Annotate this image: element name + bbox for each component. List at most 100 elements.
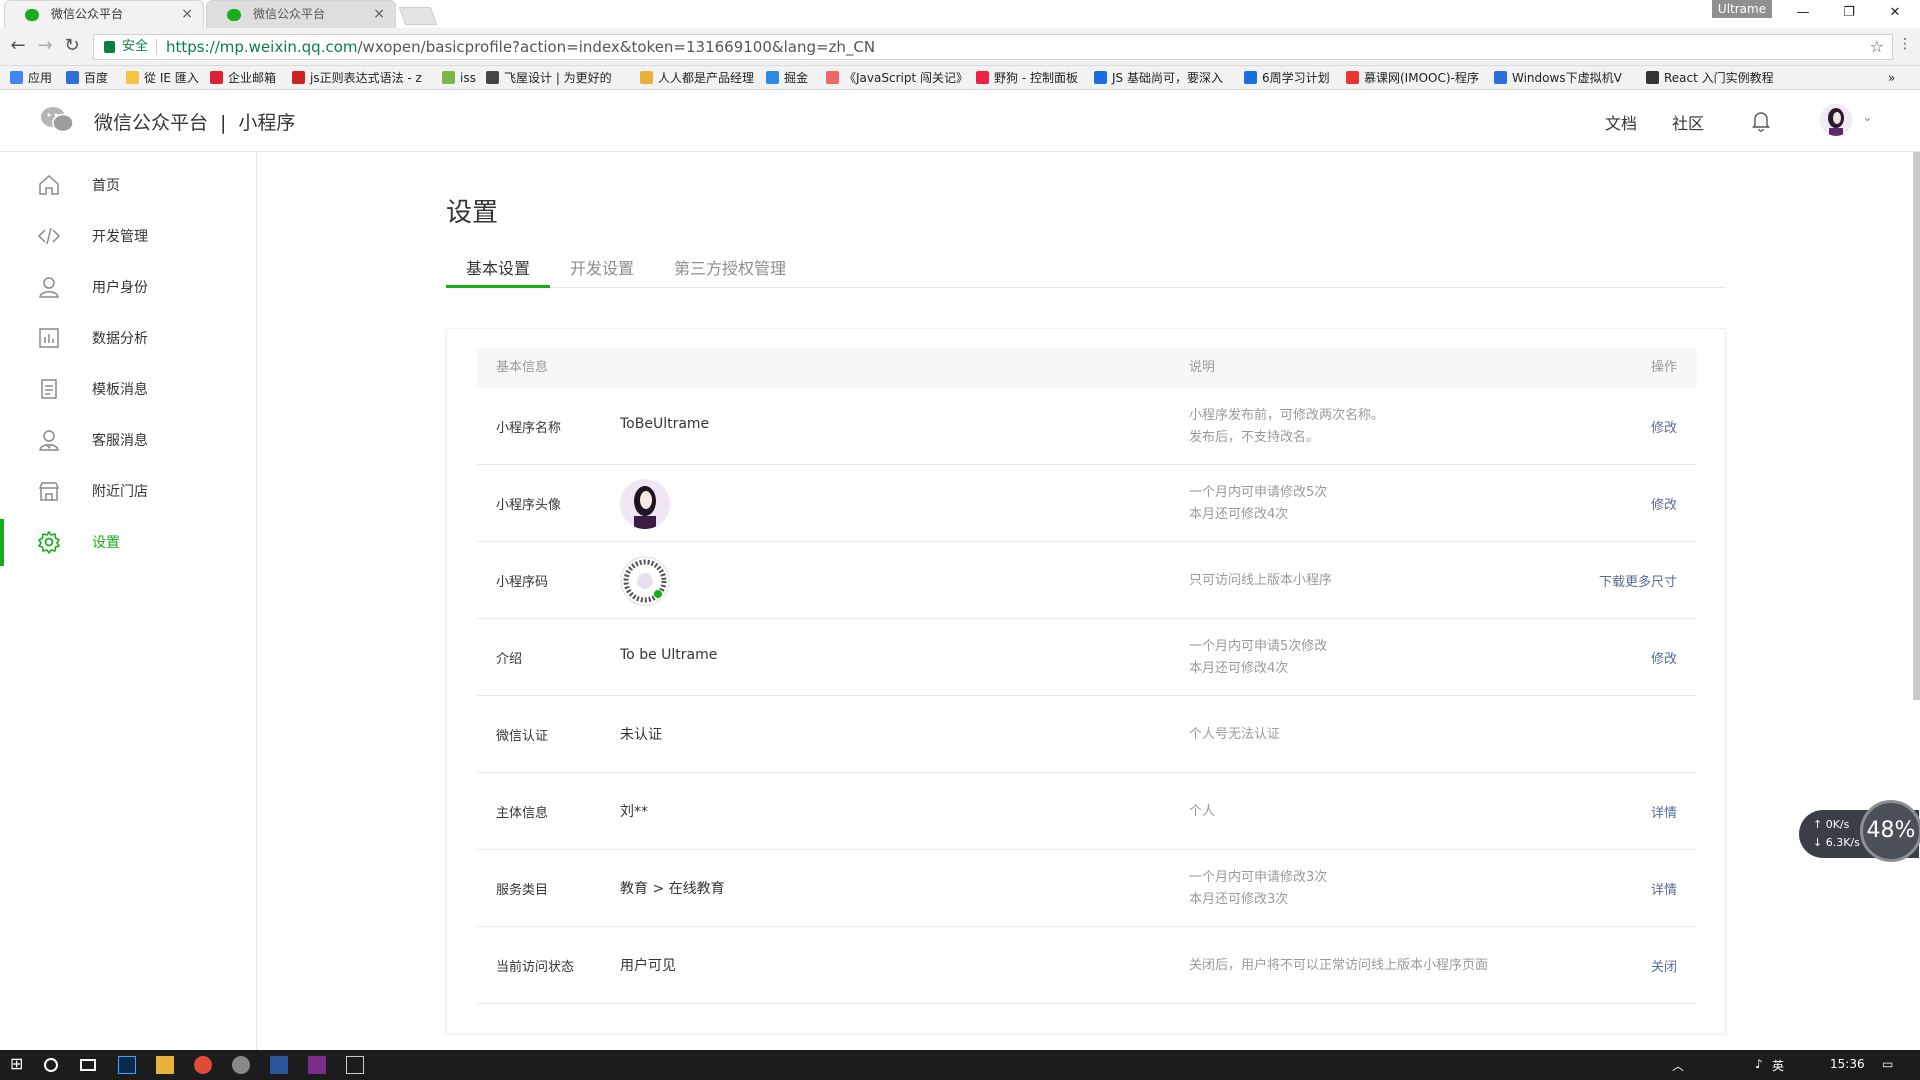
bell-icon[interactable]	[1751, 110, 1771, 132]
secure-label: 安全	[122, 39, 149, 54]
basic-info-card: 基本信息 说明 操作 小程序名称 ToBeUltrame 小程序发布前，可修改两次名…	[446, 328, 1726, 1034]
bookmark-item[interactable]: 野狗 - 控制面板	[976, 66, 1078, 89]
download-speed: ↓ 6.3K/s	[1813, 836, 1860, 849]
bookmark-item[interactable]: 《JavaScript 闯关记》	[826, 66, 968, 89]
sidebar-item-template[interactable]: 模板消息	[0, 364, 256, 415]
url-input[interactable]: 安全 https://mp.weixin.qq.com/wxopen/basic…	[93, 34, 1893, 60]
code-icon	[37, 227, 61, 245]
row-category: 服务类目 教育 > 在线教育 一个月内可申请修改3次 本月还可修改3次 详情	[477, 850, 1697, 927]
page-header: 微信公众平台 | 小程序 文档 社区 ⌄	[0, 90, 1920, 152]
row-verify: 微信认证 未认证 个人号无法认证	[477, 696, 1697, 773]
sidebar-item-service[interactable]: 客服消息	[0, 415, 256, 466]
column-header-op: 操作	[1650, 360, 1677, 375]
chrome-menu-icon[interactable]: ⋮	[1898, 36, 1912, 52]
row-label: 主体信息	[496, 806, 549, 821]
bookmarks-bar: 应用 百度從 IE 匯入 企业邮箱 js正则表达式语法 - z iss 飞屋设计 | 为更…	[0, 66, 1920, 90]
bookmark-favicon-icon	[1346, 71, 1359, 84]
row-label: 当前访问状态	[496, 960, 575, 975]
app-icon[interactable]	[232, 1056, 250, 1074]
row-description: 关闭后，用户将不可以正常访问线上版本小程序页面	[1189, 958, 1489, 973]
clock[interactable]: 15:36	[1830, 1057, 1865, 1071]
file-explorer-icon[interactable]	[156, 1056, 174, 1074]
bookmarks-more-icon[interactable]: »	[1888, 66, 1895, 89]
row-action-link[interactable]: 关闭	[1651, 956, 1677, 975]
bookmark-item[interactable]: iss	[442, 66, 476, 89]
close-window-icon[interactable]: ✕	[1872, 2, 1918, 24]
qr-code-image	[620, 556, 670, 606]
bookmark-favicon-icon	[442, 71, 455, 84]
community-link[interactable]: 社区	[1672, 110, 1704, 134]
avatar[interactable]	[1820, 104, 1852, 136]
bookmark-item[interactable]: 從 IE 匯入	[126, 66, 199, 89]
bookmark-item[interactable]: Windows下虚拟机V	[1494, 66, 1622, 89]
bookmark-star-icon[interactable]: ☆	[1870, 35, 1884, 59]
sidebar-item-user[interactable]: 用户身份	[0, 262, 256, 313]
sidebar-item-dev[interactable]: 开发管理	[0, 211, 256, 262]
sidebar-item-store[interactable]: 附近门店	[0, 466, 256, 517]
notification-icon[interactable]: ▭	[1882, 1057, 1893, 1071]
tray-arrow-icon[interactable]: ︿	[1672, 1057, 1684, 1074]
close-tab-icon[interactable]: ×	[181, 1, 193, 28]
usage-percent[interactable]: 48%	[1860, 800, 1920, 862]
row-action-link[interactable]: 修改	[1651, 648, 1677, 667]
chevron-down-icon[interactable]: ⌄	[1862, 110, 1873, 125]
volume-icon[interactable]: ♪	[1755, 1057, 1763, 1071]
browser-tab-active[interactable]: 微信公众平台 ×	[4, 0, 204, 28]
word-icon[interactable]	[270, 1056, 288, 1074]
search-icon[interactable]	[44, 1058, 58, 1072]
bookmark-item[interactable]: JS 基础尚可，要深入	[1094, 66, 1223, 89]
bookmark-item[interactable]: 百度	[66, 66, 108, 89]
browser-tab[interactable]: 微信公众平台 ×	[206, 0, 396, 28]
sidebar-item-analytics[interactable]: 数据分析	[0, 313, 256, 364]
tab-basic-settings[interactable]: 基本设置	[446, 255, 551, 288]
row-action-link[interactable]: 修改	[1651, 417, 1677, 436]
task-view-icon[interactable]	[80, 1059, 96, 1071]
sidebar-item-settings[interactable]: 设置	[0, 517, 256, 568]
bookmark-favicon-icon	[1646, 71, 1659, 84]
row-action-link[interactable]: 详情	[1651, 879, 1677, 898]
bookmark-item[interactable]: 企业邮箱	[210, 66, 276, 89]
row-qrcode: 小程序码 只可访问线上版本小程序 下载更多尺寸	[477, 542, 1697, 619]
bookmark-item[interactable]: js正则表达式语法 - z	[292, 66, 422, 89]
docs-link[interactable]: 文档	[1605, 110, 1637, 134]
row-status: 当前访问状态 用户可见 关闭后，用户将不可以正常访问线上版本小程序页面 关闭	[477, 927, 1697, 1004]
bookmark-item[interactable]: 飞屋设计 | 为更好的	[486, 66, 612, 89]
sidebar: 首页 开发管理 用户身份 数据分析 模板消息 客服消息 附近门店 设置	[0, 152, 257, 1050]
row-label: 介绍	[496, 652, 523, 667]
row-label: 小程序头像	[496, 498, 562, 513]
column-header-info: 基本信息	[496, 360, 549, 375]
tab-third-party-auth[interactable]: 第三方授权管理	[674, 255, 786, 288]
bookmark-item[interactable]: React 入门实例教程	[1646, 66, 1774, 89]
back-icon[interactable]: ←	[6, 35, 30, 56]
brand-title[interactable]: 微信公众平台 | 小程序	[94, 108, 295, 135]
new-tab-button[interactable]	[398, 7, 438, 25]
photoshop-icon[interactable]	[118, 1056, 136, 1074]
chrome-icon[interactable]	[194, 1056, 212, 1074]
row-action-link[interactable]: 修改	[1651, 494, 1677, 513]
window-icon[interactable]	[346, 1056, 364, 1074]
bookmark-favicon-icon	[10, 71, 23, 84]
row-action-link[interactable]: 下载更多尺寸	[1599, 571, 1677, 590]
bookmark-favicon-icon	[766, 71, 779, 84]
forward-icon[interactable]: →	[33, 35, 57, 56]
windows-start-icon[interactable]: ⊞	[10, 1054, 28, 1073]
wechat-logo-icon[interactable]	[40, 106, 74, 134]
row-action-link[interactable]: 详情	[1651, 802, 1677, 821]
bookmark-item[interactable]: 应用	[10, 66, 52, 89]
scrollbar[interactable]	[1913, 152, 1920, 700]
restore-icon[interactable]: ❐	[1826, 2, 1872, 24]
ime-indicator[interactable]: 英	[1772, 1057, 1784, 1074]
tab-dev-settings[interactable]: 开发设置	[570, 255, 634, 288]
close-tab-icon[interactable]: ×	[373, 1, 385, 28]
axure-icon[interactable]	[308, 1056, 326, 1074]
bookmark-item[interactable]: 掘金	[766, 66, 808, 89]
sidebar-item-home[interactable]: 首页	[0, 160, 256, 211]
bookmark-item[interactable]: 6周学习计划	[1244, 66, 1330, 89]
bookmark-item[interactable]: 慕课网(IMOOC)-程序	[1346, 66, 1479, 89]
row-description: 个人号无法认证	[1189, 727, 1281, 742]
browser-tab-bar: 微信公众平台 × 微信公众平台 × Ultrame — ❐ ✕	[0, 0, 1920, 28]
minimize-icon[interactable]: —	[1780, 2, 1826, 24]
reload-icon[interactable]: ↻	[60, 35, 84, 56]
mini-program-avatar	[620, 479, 670, 529]
bookmark-item[interactable]: 人人都是产品经理	[640, 66, 754, 89]
